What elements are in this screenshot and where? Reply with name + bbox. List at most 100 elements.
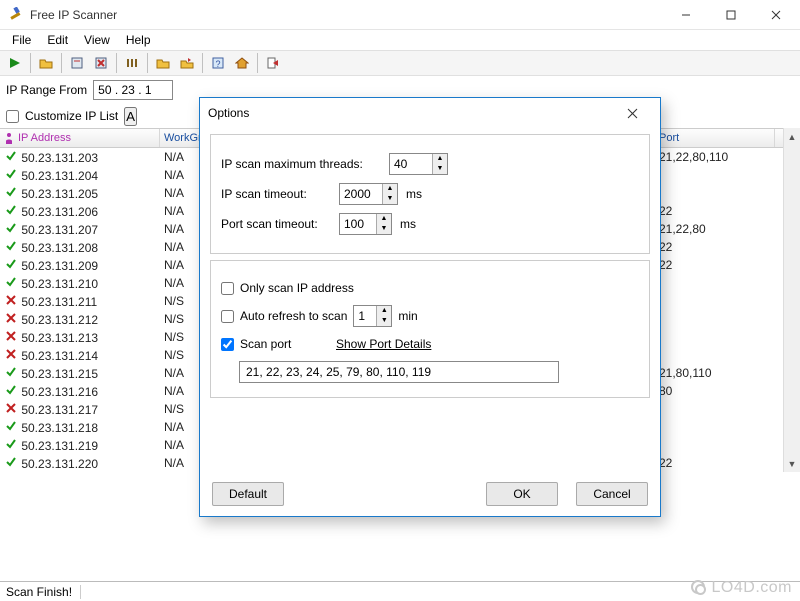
ip-from-input[interactable] xyxy=(93,80,173,100)
ip-timeout-label: IP scan timeout: xyxy=(221,187,331,201)
svg-text:?: ? xyxy=(215,59,220,69)
scroll-down-icon[interactable]: ▼ xyxy=(784,455,800,472)
spin-up-icon[interactable]: ▲ xyxy=(433,154,447,164)
scroll-up-icon[interactable]: ▲ xyxy=(784,128,800,145)
port-timeout-label: Port scan timeout: xyxy=(221,217,331,231)
delete-list-icon[interactable] xyxy=(90,52,112,74)
default-button[interactable]: Default xyxy=(212,482,284,506)
scroll-track[interactable] xyxy=(784,145,800,455)
ms-label: ms xyxy=(400,217,416,231)
check-icon xyxy=(4,438,18,450)
close-button[interactable] xyxy=(753,0,798,29)
menu-edit[interactable]: Edit xyxy=(39,31,76,49)
dialog-close-button[interactable] xyxy=(612,99,652,127)
ports-input[interactable]: 21, 22, 23, 24, 25, 79, 80, 110, 119 xyxy=(239,361,559,383)
help-icon[interactable]: ? xyxy=(207,52,229,74)
separator xyxy=(61,53,62,73)
menubar: File Edit View Help xyxy=(0,30,800,50)
minimize-button[interactable] xyxy=(663,0,708,29)
dialog-title: Options xyxy=(208,106,612,120)
vertical-scrollbar[interactable]: ▲ ▼ xyxy=(783,128,800,472)
titlebar: Free IP Scanner xyxy=(0,0,800,30)
check-icon xyxy=(4,258,18,270)
threads-input[interactable] xyxy=(390,154,432,174)
spin-down-icon[interactable]: ▼ xyxy=(377,224,391,234)
cross-icon xyxy=(4,312,18,324)
scan-options-group: Only scan IP address Auto refresh to sca… xyxy=(210,260,650,398)
options-dialog: Options IP scan maximum threads: ▲▼ IP s… xyxy=(199,97,661,517)
spin-down-icon[interactable]: ▼ xyxy=(433,164,447,174)
scan-port-label: Scan port xyxy=(240,337,330,351)
spin-up-icon[interactable]: ▲ xyxy=(383,184,397,194)
play-icon[interactable] xyxy=(4,52,26,74)
only-scan-ip-label: Only scan IP address xyxy=(240,281,354,295)
scan-threads-group: IP scan maximum threads: ▲▼ IP scan time… xyxy=(210,134,650,254)
cross-icon xyxy=(4,330,18,342)
status-text: Scan Finish! xyxy=(6,585,81,599)
options-icon[interactable] xyxy=(121,52,143,74)
open-folder-icon[interactable] xyxy=(35,52,57,74)
check-icon xyxy=(4,186,18,198)
folder-export-icon[interactable] xyxy=(176,52,198,74)
window-title: Free IP Scanner xyxy=(30,8,663,22)
check-icon xyxy=(4,384,18,396)
status-bar: Scan Finish! xyxy=(0,581,800,601)
threads-spinner[interactable]: ▲▼ xyxy=(389,153,448,175)
menu-view[interactable]: View xyxy=(76,31,118,49)
min-label: min xyxy=(398,309,417,323)
check-icon xyxy=(4,240,18,252)
separator xyxy=(116,53,117,73)
check-icon xyxy=(4,276,18,288)
col-ip[interactable]: IP Address xyxy=(0,129,160,147)
dialog-titlebar: Options xyxy=(200,98,660,128)
customize-button[interactable]: A xyxy=(124,107,137,126)
check-icon xyxy=(4,168,18,180)
check-icon xyxy=(4,204,18,216)
spin-down-icon[interactable]: ▼ xyxy=(377,316,391,326)
scan-port-checkbox[interactable] xyxy=(221,338,234,351)
spin-up-icon[interactable]: ▲ xyxy=(377,306,391,316)
cross-icon xyxy=(4,294,18,306)
ip-timeout-input[interactable] xyxy=(340,184,382,204)
separator xyxy=(147,53,148,73)
customize-checkbox[interactable] xyxy=(6,110,19,123)
separator xyxy=(257,53,258,73)
port-timeout-input[interactable] xyxy=(340,214,376,234)
check-icon xyxy=(4,456,18,468)
folder-icon[interactable] xyxy=(152,52,174,74)
ip-timeout-spinner[interactable]: ▲▼ xyxy=(339,183,398,205)
cross-icon xyxy=(4,348,18,360)
show-port-details-link[interactable]: Show Port Details xyxy=(336,337,431,351)
check-icon xyxy=(4,420,18,432)
menu-file[interactable]: File xyxy=(4,31,39,49)
ms-label: ms xyxy=(406,187,422,201)
exit-icon[interactable] xyxy=(262,52,284,74)
person-icon xyxy=(4,132,14,144)
threads-label: IP scan maximum threads: xyxy=(221,157,381,171)
col-port[interactable]: Port xyxy=(655,129,775,147)
menu-help[interactable]: Help xyxy=(118,31,159,49)
spin-down-icon[interactable]: ▼ xyxy=(383,194,397,204)
auto-refresh-label: Auto refresh to scan xyxy=(240,309,347,323)
port-timeout-spinner[interactable]: ▲▼ xyxy=(339,213,392,235)
toolbar: ? xyxy=(0,50,800,76)
home-icon[interactable] xyxy=(231,52,253,74)
customize-label: Customize IP List xyxy=(25,109,118,123)
save-list-icon[interactable] xyxy=(66,52,88,74)
ok-button[interactable]: OK xyxy=(486,482,558,506)
cancel-button[interactable]: Cancel xyxy=(576,482,648,506)
separator xyxy=(202,53,203,73)
auto-refresh-input[interactable] xyxy=(354,306,376,326)
maximize-button[interactable] xyxy=(708,0,753,29)
check-icon xyxy=(4,366,18,378)
spin-up-icon[interactable]: ▲ xyxy=(377,214,391,224)
check-icon xyxy=(4,222,18,234)
ip-range-label: IP Range From xyxy=(6,83,87,97)
separator xyxy=(30,53,31,73)
auto-refresh-spinner[interactable]: ▲▼ xyxy=(353,305,392,327)
cross-icon xyxy=(4,402,18,414)
app-icon xyxy=(8,7,24,23)
only-scan-ip-checkbox[interactable] xyxy=(221,282,234,295)
auto-refresh-checkbox[interactable] xyxy=(221,310,234,323)
check-icon xyxy=(4,150,18,162)
